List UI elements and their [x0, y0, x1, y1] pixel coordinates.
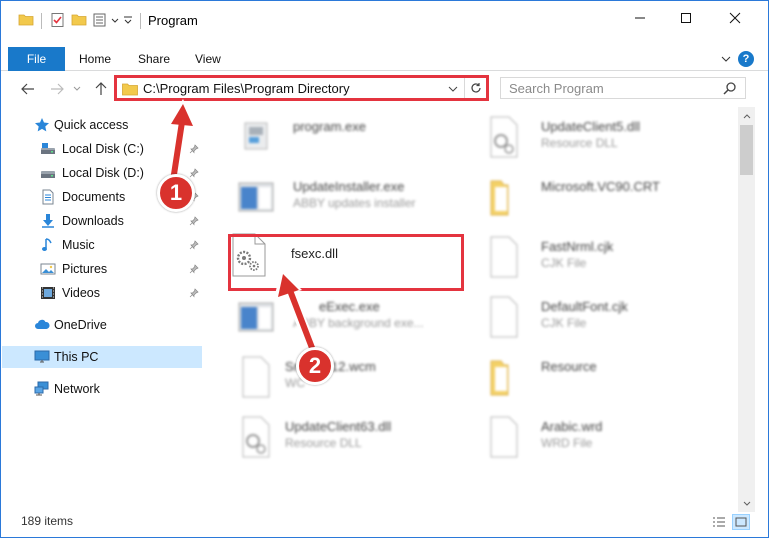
callout-arrows: [167, 99, 320, 359]
explorer-window: Program File Home Share View ? C:\Progra…: [0, 0, 769, 538]
callout-badge-1: 1: [157, 174, 195, 212]
callout-badge-2: 2: [296, 347, 334, 385]
